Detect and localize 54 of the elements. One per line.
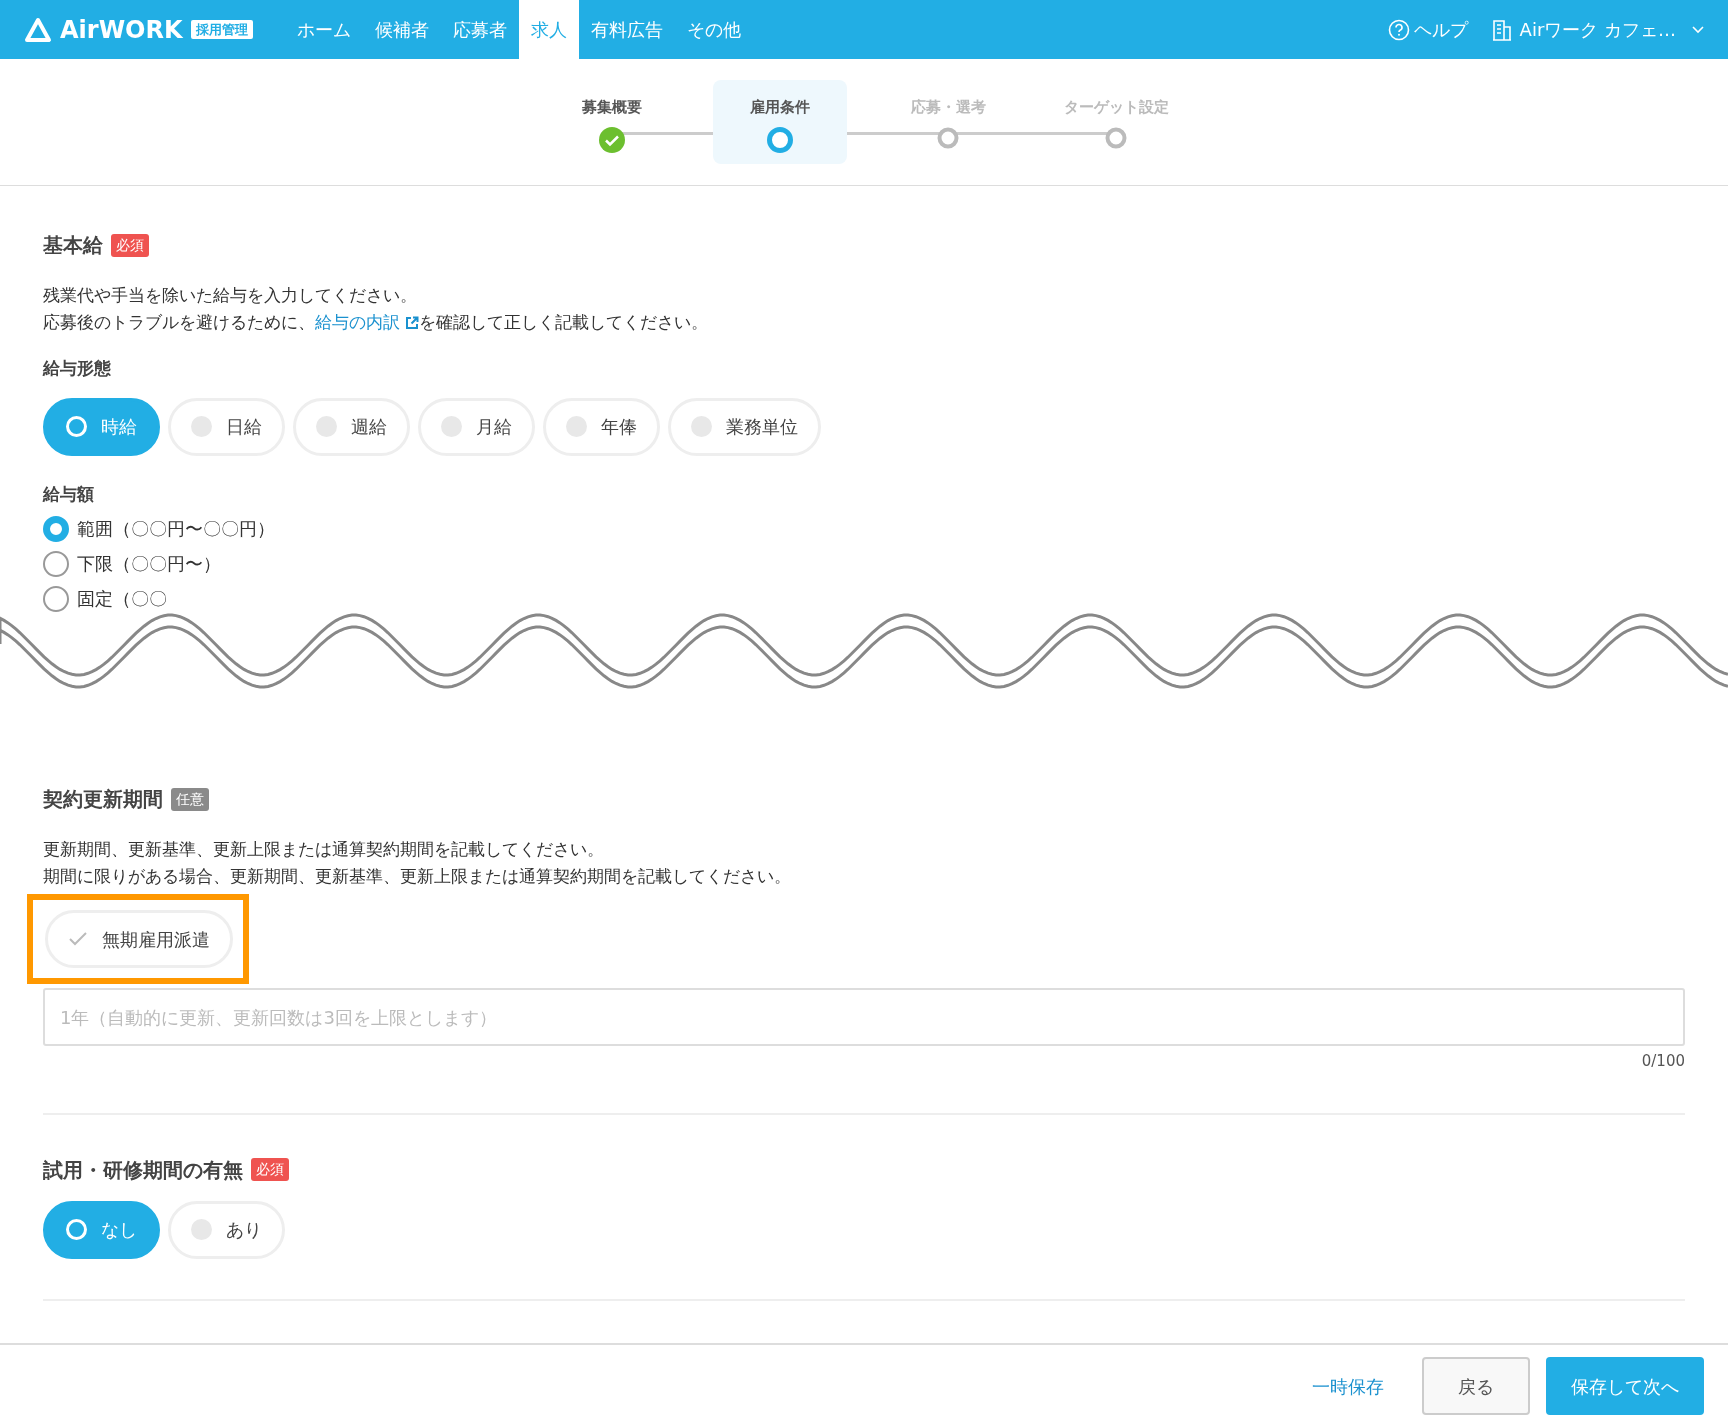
nav-tab[interactable]: ホーム [284,0,363,59]
nav-tab[interactable]: 有料広告 [578,0,675,59]
back-button[interactable]: 戻る [1422,1357,1530,1415]
nav-tab[interactable]: 応募者 [440,0,519,59]
character-counter: 0/100 [1641,1052,1685,1070]
option-button[interactable]: 年俸 [543,397,660,456]
nav-tab[interactable]: 求人 [518,0,579,59]
nav-tab[interactable]: その他 [674,0,753,59]
building-icon [1491,18,1512,41]
description: 期間に限りがある場合、更新期間、更新基準、更新上限または通算契約期間を記載してください。 [43,865,792,888]
logo-icon [24,16,52,43]
step[interactable]: 募集概要 [545,80,679,164]
description: 残業代や手当を除いた給与を入力してください。 [43,284,418,307]
save-next-button[interactable]: 保存して次へ [1546,1357,1704,1415]
checkbox-button[interactable]: 無期雇用派遣 [45,910,233,968]
radio-option[interactable]: 下限（〇〇円〜） [43,550,1685,577]
step[interactable]: 応募・選考 [881,80,1015,164]
check-icon [599,126,625,153]
step-marker-icon [1105,126,1127,149]
option-button[interactable]: 日給 [168,397,285,456]
input-field[interactable]: 1年（自動的に更新、更新回数は3回を上限とします） [43,988,1685,1046]
section-title: 契約更新期間 [43,786,163,813]
salary-breakdown-link[interactable]: 給与の内訳 [315,312,420,332]
field-label: 給与額 [43,482,95,506]
logo: AirWORK [60,14,183,46]
check-icon [68,931,88,947]
caret-icon [1692,25,1704,34]
option-button[interactable]: なし [43,1200,160,1259]
option-button[interactable]: 週給 [293,397,410,456]
external-link-icon [405,316,420,330]
help-icon [1387,18,1410,41]
description: 更新期間、更新基準、更新上限または通算契約期間を記載してください。 [43,838,605,861]
option-button[interactable]: あり [168,1200,285,1259]
required-badge: 必須 [111,233,149,257]
step-marker-icon [937,126,959,149]
nav-tab[interactable]: 候補者 [362,0,441,59]
section-title: 試用・研修期間の有無 [43,1156,243,1184]
section-title: 基本給 [43,232,103,259]
step[interactable]: 雇用条件 [713,80,847,164]
step[interactable]: ターゲット設定 [1049,80,1183,164]
radio-option[interactable]: 範囲（〇〇円〜〇〇円） [43,515,1685,542]
required-badge: 必須 [251,1158,289,1181]
option-button[interactable]: 時給 [43,397,160,456]
field-label: 給与形態 [43,357,112,380]
option-button[interactable]: 業務単位 [668,397,821,456]
step-marker-icon [767,126,793,153]
radio-option[interactable]: 固定（〇〇 [43,585,1685,612]
option-button[interactable]: 月給 [418,397,535,456]
description: 応募後のトラブルを避けるために、給与の内訳 を確認して正しく記載してください。 [43,311,710,334]
help-link[interactable]: ヘルプ [1387,16,1468,43]
temporary-save-link[interactable]: 一時保存 [1306,1371,1390,1401]
logo-badge: 採用管理 [190,19,253,40]
optional-badge: 任意 [171,787,209,811]
account-menu[interactable]: Airワーク カフェ… [1491,16,1704,43]
